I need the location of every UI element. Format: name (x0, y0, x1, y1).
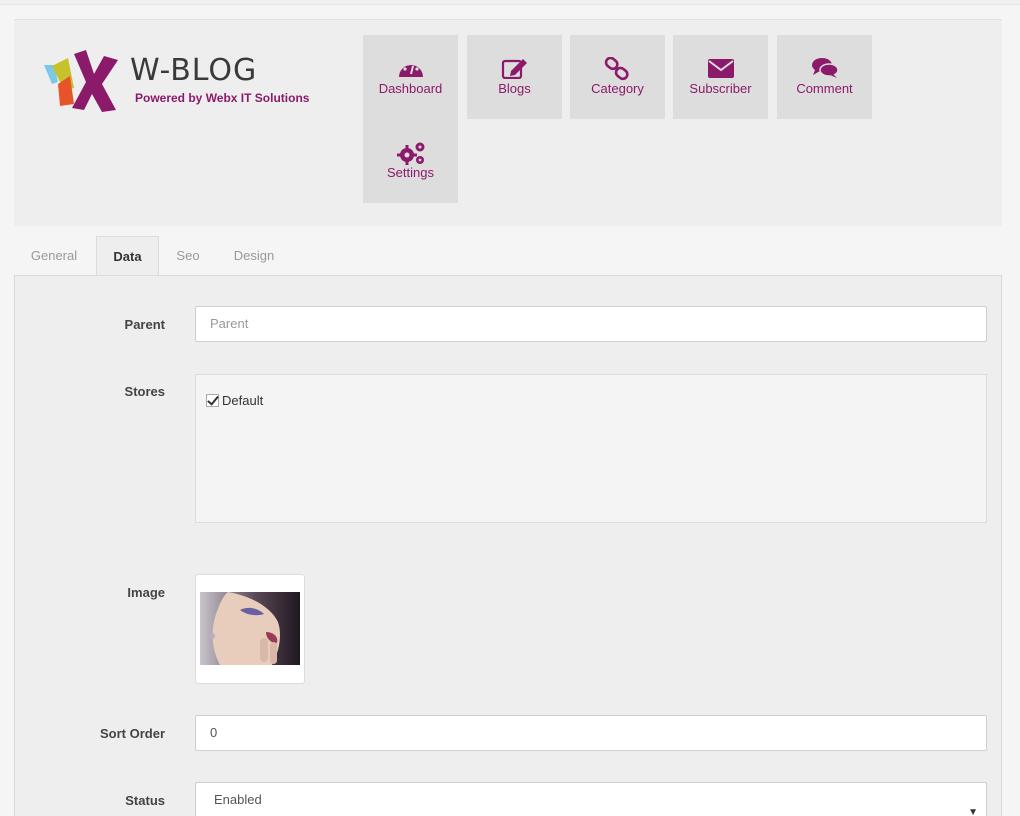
menu-blogs[interactable]: Blogs (467, 35, 562, 119)
menu-settings[interactable]: Settings (363, 119, 458, 203)
data-tab-panel: Parent Parent Stores Default Image Sort … (14, 275, 1002, 816)
status-value: Enabled (214, 792, 262, 807)
store-default-label: Default (222, 393, 264, 408)
tab-seo[interactable]: Seo (164, 236, 212, 276)
sort-order-input[interactable]: 0 (195, 715, 987, 751)
tab-bar: General Data Seo Design (14, 236, 1002, 277)
parent-input[interactable]: Parent (195, 306, 987, 342)
link-icon (604, 57, 629, 81)
menu-subscriber-label: Subscriber (689, 81, 752, 96)
menu-subscriber[interactable]: Subscriber (673, 35, 768, 119)
menu-dashboard-label: Dashboard (378, 81, 443, 96)
tab-data[interactable]: Data (96, 236, 159, 277)
menu-dashboard[interactable]: Dashboard (363, 35, 458, 119)
brand-tagline: Powered by Webx IT Solutions (135, 91, 310, 105)
menu-category[interactable]: Category (570, 35, 665, 119)
logo-mark-icon (44, 50, 118, 112)
store-default-checkbox[interactable] (206, 394, 219, 407)
chevron-down-icon: ▼ (968, 807, 978, 816)
category-image (200, 592, 300, 665)
image-label: Image (127, 585, 165, 600)
image-thumbnail[interactable] (195, 574, 305, 684)
store-option-default[interactable]: Default (206, 393, 263, 408)
gears-icon (397, 142, 425, 165)
stores-label: Stores (124, 384, 165, 399)
dashboard-icon (399, 62, 423, 77)
menu-category-label: Category (591, 81, 644, 96)
menu-comment-label: Comment (796, 81, 853, 96)
sort-order-label: Sort Order (99, 726, 165, 741)
menu-blogs-label: Blogs (498, 81, 531, 96)
stores-list: Default (195, 374, 987, 523)
brand-logo[interactable]: W-BLOG Powered by Webx IT Solutions (44, 50, 314, 114)
brand-name: W-BLOG (130, 53, 258, 88)
header: W-BLOG Powered by Webx IT Solutions Dash… (14, 19, 1002, 226)
menu-comment[interactable]: Comment (777, 35, 872, 119)
envelope-icon (708, 59, 734, 78)
top-strip (0, 0, 1020, 5)
status-select[interactable]: Enabled ▼ (195, 782, 987, 816)
tab-general[interactable]: General (14, 236, 94, 276)
status-label: Status (125, 793, 165, 808)
parent-label: Parent (124, 317, 165, 332)
comments-icon (812, 58, 839, 78)
edit-icon (501, 59, 527, 79)
menu-settings-label: Settings (387, 165, 434, 180)
tab-design[interactable]: Design (219, 236, 289, 276)
